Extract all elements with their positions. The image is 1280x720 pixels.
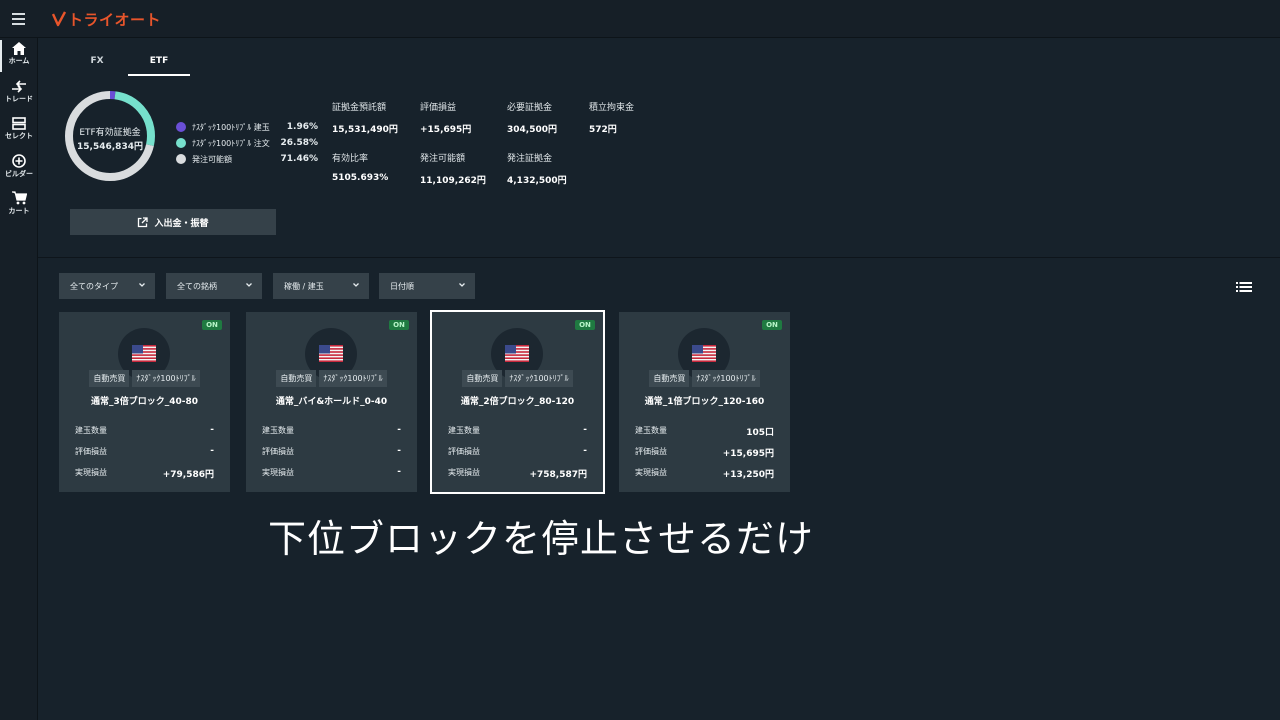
strategy-name: 通常_1倍ブロック_120-160 <box>644 397 765 407</box>
donut-legend: ﾅｽﾀﾞｯｸ100ﾄﾘﾌﾟﾙ 建玉 1.96% ﾅｽﾀﾞｯｸ100ﾄﾘﾌﾟﾙ 注… <box>176 119 318 167</box>
us-flag-icon <box>505 345 529 362</box>
card-row-position: 建玉数量 - <box>448 425 587 435</box>
strategy-card-highlighted[interactable]: ON 自動売買 ﾅｽﾀﾞｯｸ100ﾄﾘﾌﾟﾙ 通常_2倍ブロック_80-120 … <box>430 310 605 494</box>
deposit-transfer-label: 入出金・振替 <box>154 218 209 229</box>
product-tabs: FX ETF <box>66 50 190 76</box>
us-flag-icon <box>692 345 716 362</box>
card-row-unrealized: 評価損益 +15,695円 <box>635 447 774 459</box>
status-badge[interactable]: ON <box>762 320 782 330</box>
menu-icon[interactable] <box>12 13 25 25</box>
type-tag: 自動売買 <box>276 370 317 387</box>
donut-title: ETF有効証拠金 <box>79 128 141 138</box>
card-tags: 自動売買 ﾅｽﾀﾞｯｸ100ﾄﾘﾌﾟﾙ <box>246 370 417 387</box>
us-flag-icon <box>319 345 343 362</box>
strategy-name: 通常_バイ&ホールド_0-40 <box>275 397 388 407</box>
cart-icon <box>11 191 27 205</box>
logo[interactable]: トライオート <box>52 8 161 30</box>
legend-dot <box>176 138 186 148</box>
card-tags: 自動売買 ﾅｽﾀﾞｯｸ100ﾄﾘﾌﾟﾙ <box>59 370 230 387</box>
logo-text: トライオート <box>68 10 162 29</box>
strategy-name: 通常_2倍ブロック_80-120 <box>460 397 575 407</box>
card-row-unrealized: 評価損益 - <box>75 446 214 456</box>
card-row-realized: 実現損益 +13,250円 <box>635 468 774 480</box>
legend-item: 発注可能額 71.46% <box>176 151 318 167</box>
donut-center-label: ETF有効証拠金 15,546,834円 <box>64 126 156 154</box>
stat-order-available: 発注可能額 11,109,262円 <box>420 154 486 186</box>
status-badge[interactable]: ON <box>202 320 222 330</box>
list-view-icon[interactable] <box>1236 282 1252 292</box>
strategy-name: 通常_3倍ブロック_40-80 <box>90 397 199 407</box>
type-tag: 自動売買 <box>89 370 130 387</box>
filter-sort-select[interactable]: 日付順 <box>379 273 475 299</box>
logo-mark-icon <box>52 11 66 27</box>
sidebar-item-cart[interactable]: カート <box>0 189 38 225</box>
card-row-position: 建玉数量 - <box>75 425 214 435</box>
card-row-position: 建玉数量 105口 <box>635 426 774 438</box>
legend-dot <box>176 154 186 164</box>
currency-tag: ﾅｽﾀﾞｯｸ100ﾄﾘﾌﾟﾙ <box>132 370 200 387</box>
sidebar: ホーム トレード セレクト ビルダー カート <box>0 38 38 720</box>
top-bar: トライオート <box>0 0 1280 38</box>
sidebar-item-home[interactable]: ホーム <box>0 40 38 76</box>
status-badge[interactable]: ON <box>575 320 595 330</box>
legend-item: ﾅｽﾀﾞｯｸ100ﾄﾘﾌﾟﾙ 建玉 1.96% <box>176 119 318 135</box>
chevron-down-icon <box>139 283 145 287</box>
donut-amount: 15,546,834円 <box>77 142 143 152</box>
card-row-realized: 実現損益 - <box>262 467 401 477</box>
type-tag: 自動売買 <box>649 370 690 387</box>
card-row-position: 建玉数量 - <box>262 425 401 435</box>
card-row-unrealized: 評価損益 - <box>448 446 587 456</box>
filter-type-select[interactable]: 全てのタイプ <box>59 273 155 299</box>
strategy-card[interactable]: ON 自動売買 ﾅｽﾀﾞｯｸ100ﾄﾘﾌﾟﾙ 通常_1倍ブロック_120-160… <box>619 312 790 492</box>
legend-dot <box>176 122 186 132</box>
currency-tag: ﾅｽﾀﾞｯｸ100ﾄﾘﾌﾟﾙ <box>319 370 387 387</box>
deposit-transfer-button[interactable]: 入出金・振替 <box>70 209 276 235</box>
legend-item: ﾅｽﾀﾞｯｸ100ﾄﾘﾌﾟﾙ 注文 26.58% <box>176 135 318 151</box>
filter-symbol-select[interactable]: 全ての銘柄 <box>166 273 262 299</box>
stat-effective-ratio: 有効比率 5105.693% <box>332 154 389 183</box>
currency-tag: ﾅｽﾀﾞｯｸ100ﾄﾘﾌﾟﾙ <box>692 370 760 387</box>
builder-plus-icon <box>12 154 26 168</box>
type-tag: 自動売買 <box>462 370 503 387</box>
section-divider <box>38 257 1280 258</box>
tab-fx[interactable]: FX <box>66 50 128 76</box>
chevron-down-icon <box>459 283 465 287</box>
sidebar-item-select[interactable]: セレクト <box>0 115 38 151</box>
sidebar-item-trade[interactable]: トレード <box>0 78 38 114</box>
external-link-icon <box>138 216 149 227</box>
tab-etf[interactable]: ETF <box>128 50 190 76</box>
us-flag-icon <box>132 345 156 362</box>
stat-unrealized-pl: 評価損益 +15,695円 <box>420 103 472 135</box>
stat-deposit: 証拠金預託額 15,531,490円 <box>332 103 398 135</box>
filter-status-select[interactable]: 稼働 / 建玉 <box>273 273 369 299</box>
stat-required-margin: 必要証拠金 304,500円 <box>507 103 557 135</box>
card-tags: 自動売買 ﾅｽﾀﾞｯｸ100ﾄﾘﾌﾟﾙ <box>619 370 790 387</box>
chevron-down-icon <box>246 283 252 287</box>
trade-arrows-icon <box>12 80 26 93</box>
card-row-realized: 実現損益 +79,586円 <box>75 468 214 480</box>
currency-tag: ﾅｽﾀﾞｯｸ100ﾄﾘﾌﾟﾙ <box>505 370 573 387</box>
sidebar-item-builder[interactable]: ビルダー <box>0 152 38 188</box>
card-tags: 自動売買 ﾅｽﾀﾞｯｸ100ﾄﾘﾌﾟﾙ <box>432 370 603 387</box>
strategy-card[interactable]: ON 自動売買 ﾅｽﾀﾞｯｸ100ﾄﾘﾌﾟﾙ 通常_バイ&ホールド_0-40 建… <box>246 312 417 492</box>
stat-reserve: 積立拘束金 572円 <box>589 103 635 135</box>
video-caption: 下位ブロックを停止させるだけ <box>267 517 814 561</box>
card-row-realized: 実現損益 +758,587円 <box>448 468 587 480</box>
stat-order-margin: 発注証拠金 4,132,500円 <box>507 154 567 186</box>
chevron-down-icon <box>353 283 359 287</box>
select-icon <box>12 117 26 130</box>
status-badge[interactable]: ON <box>389 320 409 330</box>
card-row-unrealized: 評価損益 - <box>262 446 401 456</box>
home-icon <box>12 42 26 55</box>
strategy-card[interactable]: ON 自動売買 ﾅｽﾀﾞｯｸ100ﾄﾘﾌﾟﾙ 通常_3倍ブロック_40-80 建… <box>59 312 230 492</box>
